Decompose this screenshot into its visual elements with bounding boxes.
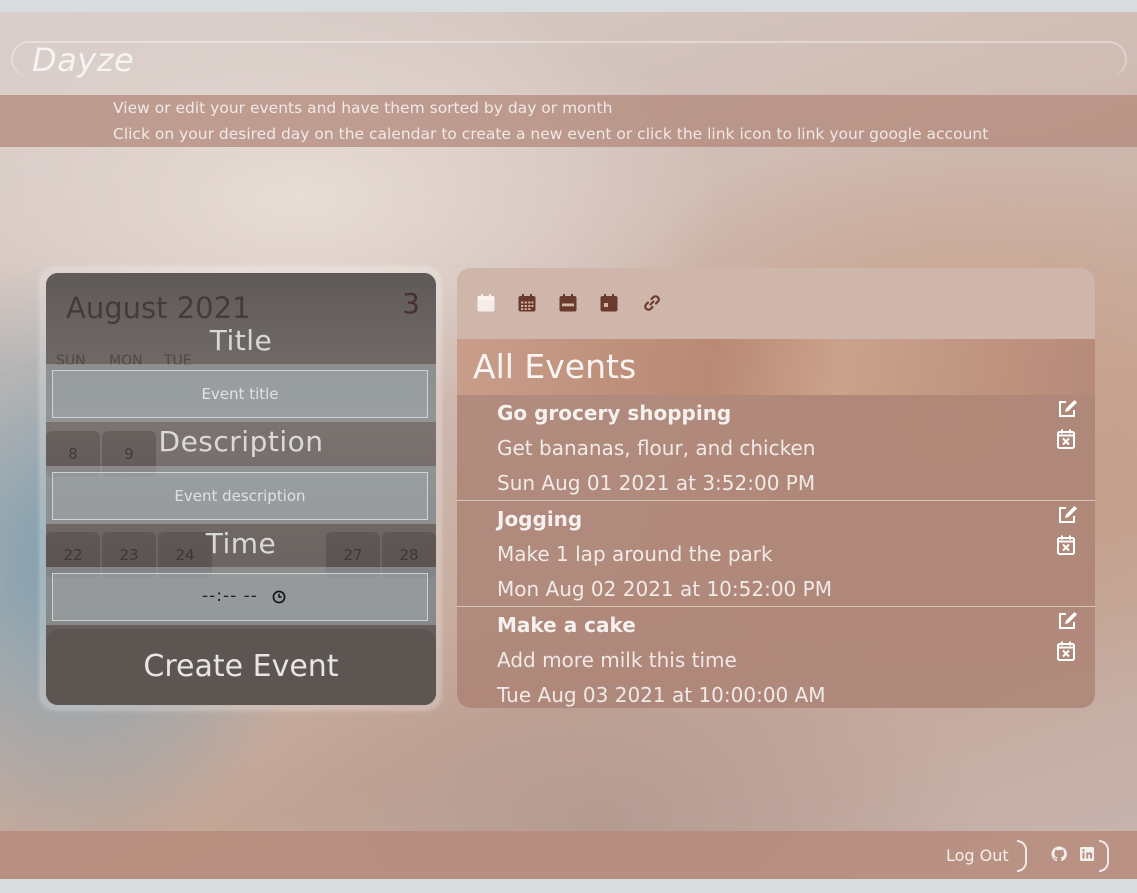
edit-icon[interactable]	[1057, 611, 1079, 631]
bottom-strip	[0, 879, 1137, 893]
calendar-day-icon[interactable]	[599, 293, 619, 313]
time-value: --:-- --	[202, 586, 258, 606]
brand-bar	[11, 41, 1127, 77]
event-time: Mon Aug 02 2021 at 10:52:00 PM	[497, 577, 832, 601]
event-item: Jogging Make 1 lap around the park Mon A…	[457, 500, 1095, 607]
time-input[interactable]: --:-- --	[52, 573, 428, 621]
github-icon[interactable]	[1051, 846, 1067, 862]
events-header: All Events	[457, 339, 1095, 395]
event-time: Tue Aug 03 2021 at 10:00:00 AM	[497, 683, 826, 707]
calendar-blank-icon[interactable]	[476, 293, 496, 313]
top-strip	[0, 0, 1137, 12]
delete-event-icon[interactable]	[1057, 641, 1075, 661]
logout-link[interactable]: Log Out	[946, 846, 1009, 865]
event-title: Make a cake	[497, 613, 636, 637]
info-line: View or edit your events and have them s…	[113, 99, 613, 117]
clock-icon[interactable]	[272, 590, 286, 604]
event-description: Get bananas, flour, and chicken	[497, 436, 816, 460]
brand-logo: Dayze	[32, 41, 135, 79]
calendar-selected-day: 3	[402, 287, 420, 320]
delete-event-icon[interactable]	[1057, 429, 1075, 449]
event-item: Go grocery shopping Get bananas, flour, …	[457, 395, 1095, 501]
divider-bracket	[1017, 840, 1027, 872]
description-input[interactable]	[52, 472, 428, 520]
time-field-wrap: --:-- --	[46, 567, 436, 625]
create-event-button[interactable]: Create Event	[46, 629, 436, 705]
description-label: Description	[158, 425, 324, 458]
linkedin-icon[interactable]	[1079, 846, 1095, 862]
info-line: Click on your desired day on the calenda…	[113, 125, 989, 143]
title-input[interactable]	[52, 370, 428, 418]
description-field-wrap	[46, 466, 436, 524]
view-toolbar	[457, 268, 1095, 339]
events-card: All Events Go grocery shopping Get banan…	[457, 268, 1095, 708]
event-title: Jogging	[497, 507, 583, 531]
event-description: Make 1 lap around the park	[497, 542, 773, 566]
title-label: Title	[209, 324, 273, 357]
calendar-month-label: August 2021	[66, 291, 251, 325]
create-event-card: August 2021 3 SUN MON TUE 8 9 22 23 24 2…	[41, 268, 440, 709]
header: Dayze	[0, 12, 1137, 95]
event-title: Go grocery shopping	[497, 401, 732, 425]
footer: Log Out	[0, 831, 1137, 879]
calendar-week-icon[interactable]	[558, 293, 578, 313]
event-item: Make a cake Add more milk this time Tue …	[457, 606, 1095, 708]
calendar-month-icon[interactable]	[517, 293, 537, 313]
divider-bracket	[1099, 840, 1109, 872]
edit-icon[interactable]	[1057, 399, 1079, 419]
calendar-form-panel: August 2021 3 SUN MON TUE 8 9 22 23 24 2…	[46, 273, 436, 705]
event-time: Sun Aug 01 2021 at 3:52:00 PM	[497, 471, 816, 495]
events-title: All Events	[473, 347, 637, 386]
title-field-wrap	[46, 364, 436, 422]
edit-icon[interactable]	[1057, 505, 1079, 525]
time-label: Time	[205, 527, 277, 560]
link-icon[interactable]	[642, 293, 662, 313]
event-description: Add more milk this time	[497, 648, 737, 672]
info-banner: View or edit your events and have them s…	[0, 95, 1137, 147]
delete-event-icon[interactable]	[1057, 535, 1075, 555]
